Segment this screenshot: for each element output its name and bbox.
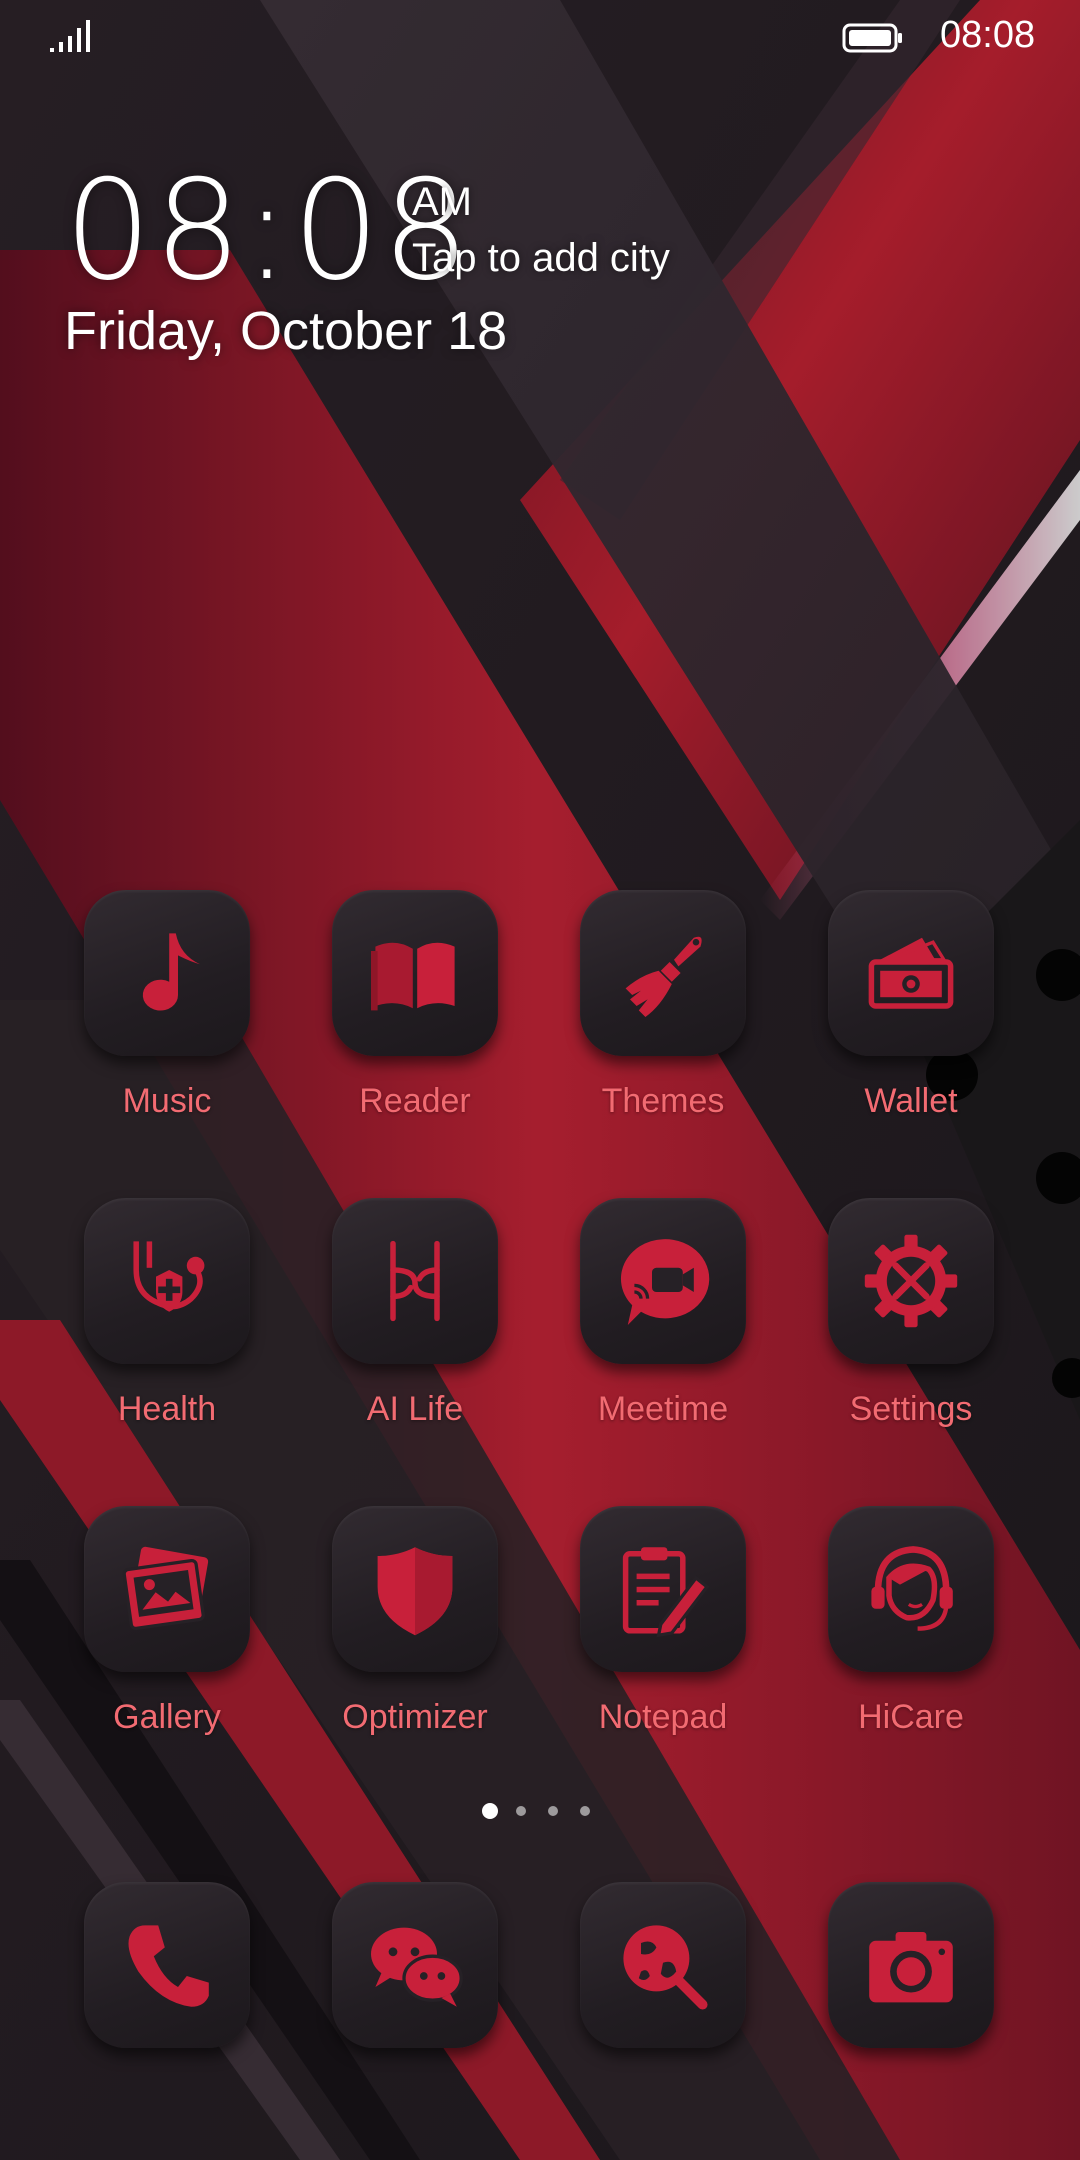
chat-bubbles-icon — [371, 1927, 463, 2007]
app-label: HiCare — [858, 1698, 964, 1736]
phone-icon — [128, 1925, 209, 2007]
app-icon-tile[interactable] — [828, 1198, 994, 1364]
app-label: Wallet — [864, 1082, 958, 1120]
app-label: Reader — [359, 1082, 471, 1120]
page-dot-active[interactable] — [482, 1803, 498, 1819]
dock-chat[interactable] — [332, 1882, 498, 2048]
app-settings[interactable]: Settings — [787, 1198, 1035, 1438]
page-indicator[interactable] — [482, 1800, 602, 1824]
app-icon-tile[interactable] — [84, 1506, 250, 1672]
app-icon-tile[interactable] — [580, 1198, 746, 1364]
gear-icon — [864, 1234, 958, 1328]
photo-icon — [122, 1546, 209, 1631]
app-icon-tile[interactable] — [828, 890, 994, 1056]
status-time: 08:08 — [940, 14, 1036, 56]
app-reader[interactable]: Reader — [291, 890, 539, 1130]
app-health[interactable]: Health — [43, 1198, 291, 1438]
app-icon-tile[interactable] — [84, 1198, 250, 1364]
clock-ampm: AM — [412, 180, 472, 224]
app-music[interactable]: Music — [43, 890, 291, 1130]
music-note-icon — [142, 933, 200, 1011]
paint-brush-icon — [625, 936, 702, 1017]
page-dot[interactable] — [516, 1806, 526, 1816]
app-label: Notepad — [598, 1698, 728, 1736]
ai-life-icon — [390, 1240, 440, 1322]
stethoscope-icon — [133, 1241, 205, 1312]
app-icon-tile[interactable] — [828, 1506, 994, 1672]
app-label: Optimizer — [342, 1698, 488, 1736]
clipboard-pencil-icon — [622, 1547, 710, 1638]
add-city-link[interactable]: Tap to add city — [412, 236, 670, 281]
camera-icon — [869, 1932, 953, 2003]
app-icon-tile[interactable] — [332, 1198, 498, 1364]
app-notepad[interactable]: Notepad — [539, 1506, 787, 1746]
app-label: Settings — [849, 1390, 973, 1428]
dock-camera[interactable] — [828, 1882, 994, 2048]
app-icon-tile[interactable] — [580, 890, 746, 1056]
app-label: Health — [117, 1390, 217, 1428]
clock-widget[interactable]: 08:08 AM Tap to add city Friday, October… — [64, 150, 764, 380]
app-label: Gallery — [113, 1698, 221, 1736]
clock-time[interactable]: 08:08 — [64, 150, 472, 311]
wallet-icon — [868, 937, 954, 1009]
app-icon-tile[interactable] — [84, 890, 250, 1056]
app-label: Music — [122, 1082, 212, 1120]
book-icon — [371, 942, 455, 1011]
status-bar: 08:08 — [0, 0, 1080, 76]
date-label[interactable]: Friday, October 18 — [64, 300, 507, 362]
app-optimizer[interactable]: Optimizer — [291, 1506, 539, 1746]
app-themes[interactable]: Themes — [539, 890, 787, 1130]
dock-phone[interactable] — [84, 1882, 250, 2048]
page-dot[interactable] — [548, 1806, 558, 1816]
app-icon-tile[interactable] — [332, 1506, 498, 1672]
app-label: AI Life — [366, 1390, 464, 1428]
app-meetime[interactable]: Meetime — [539, 1198, 787, 1438]
app-wallet[interactable]: Wallet — [787, 890, 1035, 1130]
dock — [0, 1882, 1080, 2052]
app-gallery[interactable]: Gallery — [43, 1506, 291, 1746]
video-chat-icon — [620, 1239, 710, 1325]
app-icon-tile[interactable] — [580, 1506, 746, 1672]
app-hicare[interactable]: HiCare — [787, 1506, 1035, 1746]
app-ai-life[interactable]: AI Life — [291, 1198, 539, 1438]
app-label: Themes — [601, 1082, 725, 1120]
shield-icon — [377, 1547, 453, 1636]
headset-icon — [871, 1546, 953, 1631]
browser-globe-icon — [623, 1925, 708, 2010]
dock-browser[interactable] — [580, 1882, 746, 2048]
page-dot[interactable] — [580, 1806, 590, 1816]
app-icon-tile[interactable] — [332, 890, 498, 1056]
app-grid: Music Reader Themes Wallet Health AI Lif… — [0, 890, 1080, 1760]
battery-icon — [842, 23, 902, 53]
app-label: Meetime — [597, 1390, 729, 1428]
signal-icon — [50, 20, 90, 52]
